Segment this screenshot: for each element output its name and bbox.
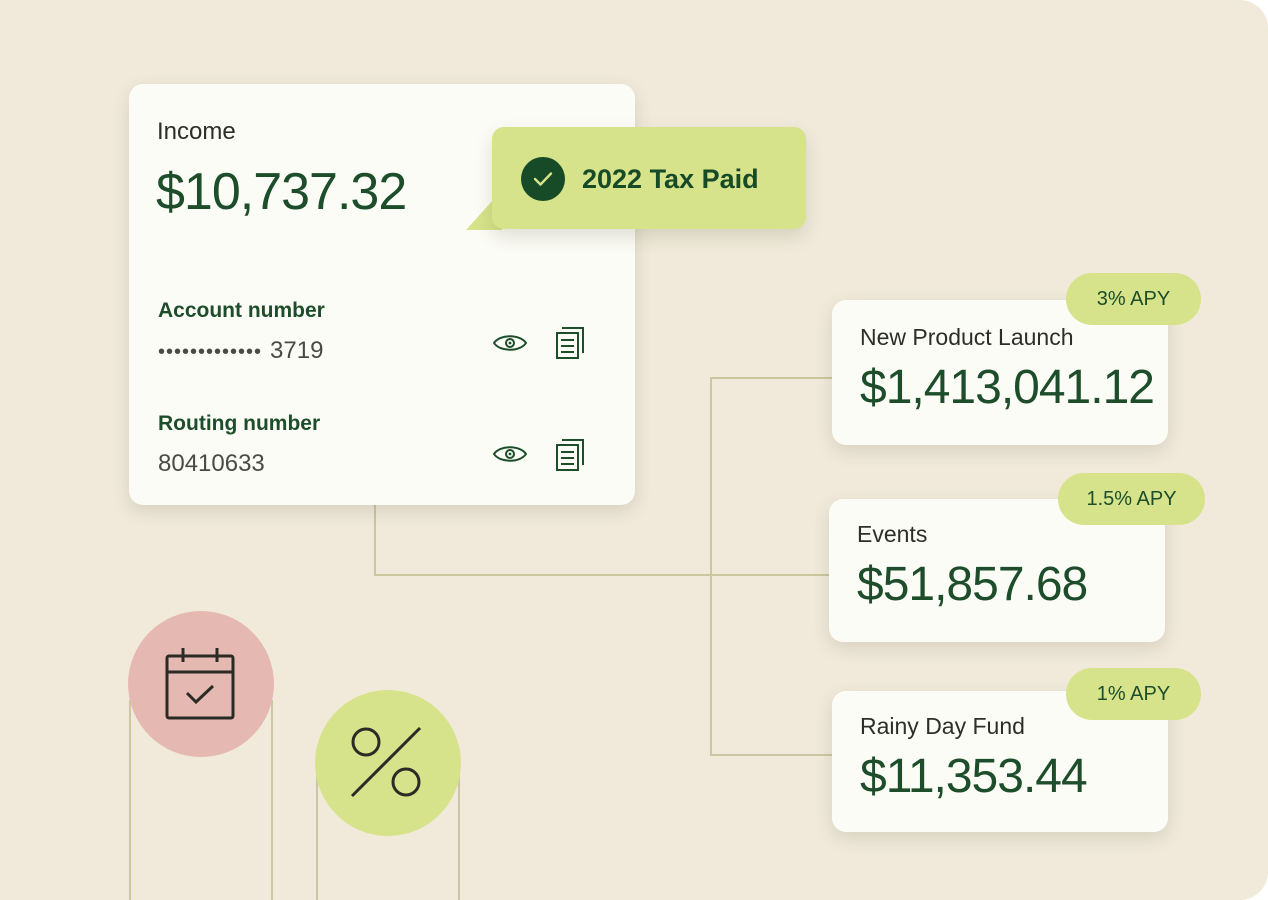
canvas: Income $10,737.32 Account number •••••••… bbox=[0, 0, 1268, 900]
copy-icon bbox=[556, 327, 584, 359]
check-circle-icon bbox=[521, 157, 565, 201]
tax-paid-badge: 2022 Tax Paid bbox=[492, 127, 806, 229]
eye-icon bbox=[492, 335, 528, 351]
percent-circle bbox=[315, 690, 461, 836]
copy-icon bbox=[556, 439, 584, 471]
account-name: New Product Launch bbox=[860, 324, 1074, 350]
account-balance: $11,353.44 bbox=[860, 750, 1088, 803]
income-label: Income bbox=[157, 118, 236, 145]
calendar-stem-right bbox=[271, 700, 273, 900]
income-amount: $10,737.32 bbox=[156, 163, 407, 221]
apy-badge: 1% APY bbox=[1066, 668, 1201, 720]
account-balance: $51,857.68 bbox=[857, 558, 1088, 611]
account-number-mask: ••••••••••••• bbox=[158, 341, 263, 363]
account-name: Rainy Day Fund bbox=[860, 713, 1025, 739]
connector-new-product bbox=[710, 377, 832, 379]
account-number-value: ••••••••••••• 3719 bbox=[158, 337, 323, 365]
connector-income-horizontal bbox=[374, 574, 830, 576]
account-number-last4: 3719 bbox=[270, 337, 324, 364]
routing-number-value: 80410633 bbox=[158, 450, 265, 477]
connector-income-down bbox=[374, 505, 376, 576]
calendar-stem-left bbox=[129, 700, 131, 900]
eye-icon bbox=[492, 446, 528, 462]
calendar-circle bbox=[128, 611, 274, 757]
calendar-check-icon bbox=[165, 648, 235, 720]
percent-icon bbox=[350, 726, 422, 798]
apy-badge: 3% APY bbox=[1066, 273, 1201, 325]
connector-rainy-day bbox=[710, 754, 832, 756]
connector-vertical-trunk bbox=[710, 377, 712, 756]
show-account-number-button[interactable] bbox=[492, 325, 528, 361]
account-balance: $1,413,041.12 bbox=[860, 361, 1155, 414]
percent-stem-right bbox=[458, 765, 460, 900]
account-name: Events bbox=[857, 521, 928, 547]
copy-routing-number-button[interactable] bbox=[552, 437, 588, 473]
apy-badge: 1.5% APY bbox=[1058, 473, 1205, 525]
show-routing-number-button[interactable] bbox=[492, 436, 528, 472]
routing-number-label: Routing number bbox=[158, 412, 321, 435]
copy-account-number-button[interactable] bbox=[552, 325, 588, 361]
account-number-label: Account number bbox=[158, 299, 325, 322]
tax-paid-text: 2022 Tax Paid bbox=[582, 164, 759, 194]
